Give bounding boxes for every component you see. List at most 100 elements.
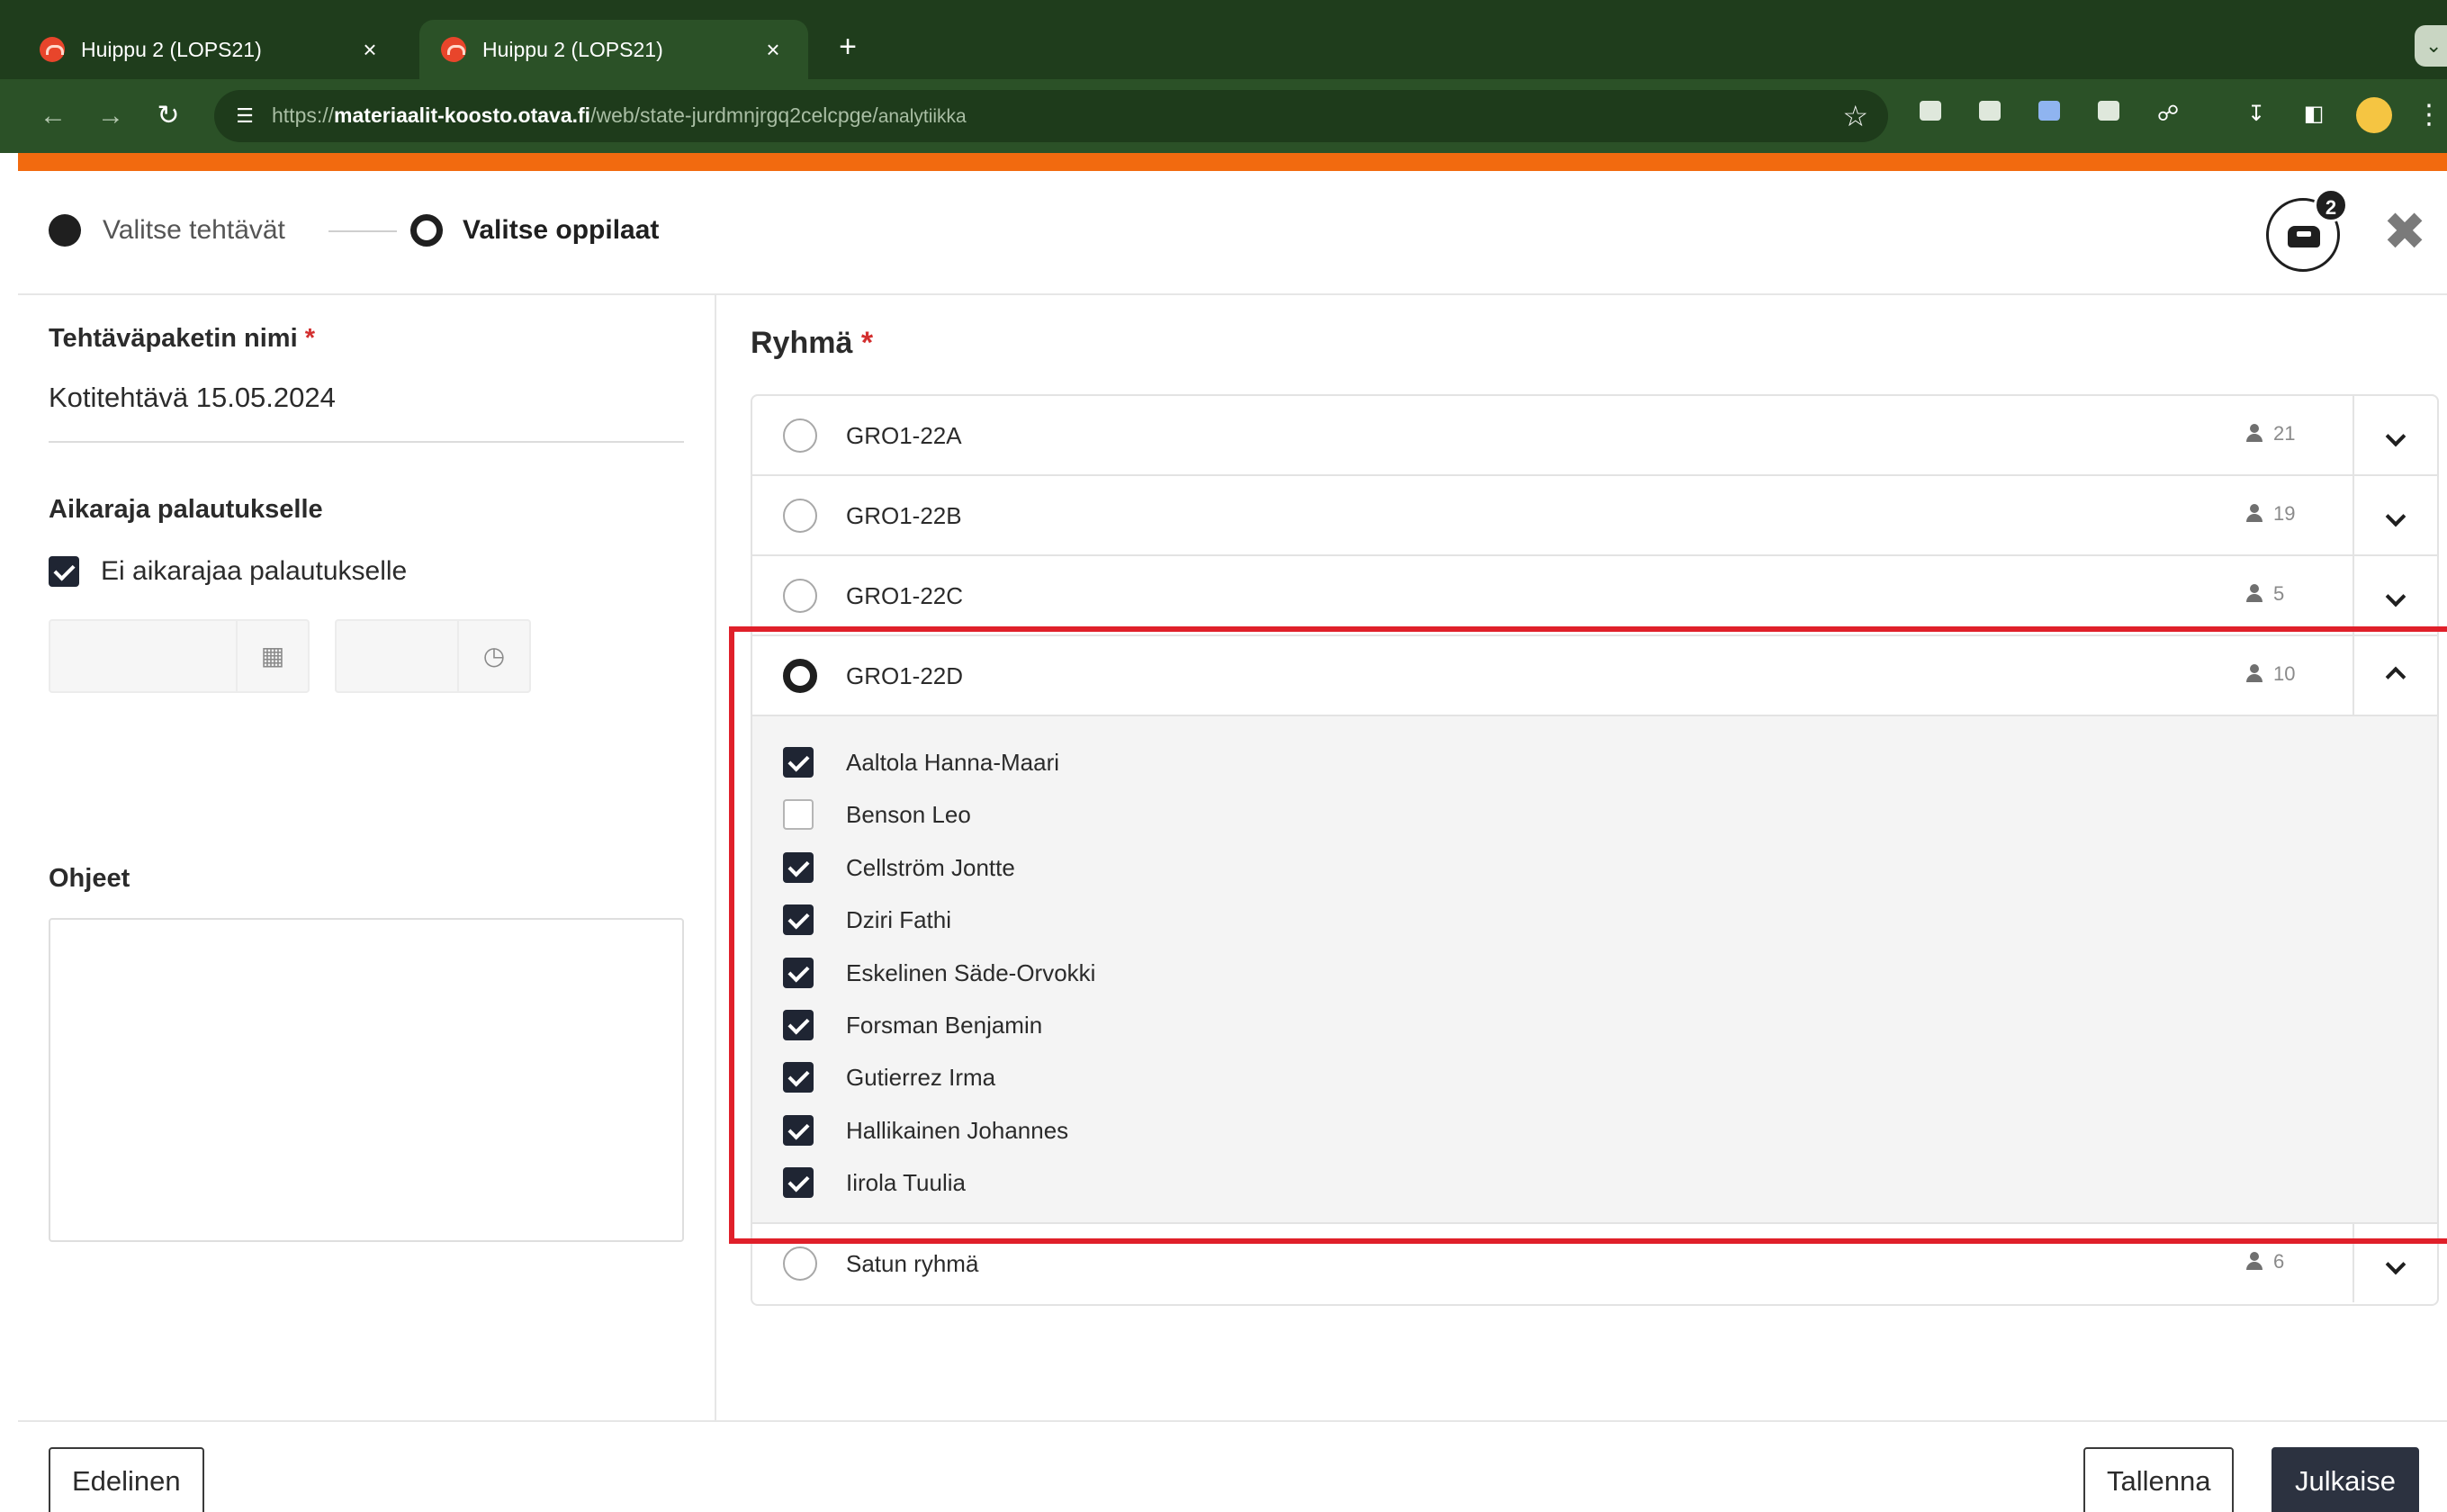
step-label: Valitse tehtävät xyxy=(103,215,285,245)
extensions-puzzle-icon[interactable]: ☍ xyxy=(2153,99,2183,130)
group-radio[interactable] xyxy=(783,499,817,533)
member-count: 19 xyxy=(2246,502,2295,526)
tab-title: Huippu 2 (LOPS21) xyxy=(81,37,262,61)
student-row[interactable]: Benson Leo xyxy=(752,788,2437,841)
student-name: Cellström Jontte xyxy=(846,853,1015,881)
group-row[interactable]: GRO1-22A 21 xyxy=(752,396,2437,476)
student-row[interactable]: Eskelinen Säde-Orvokki xyxy=(752,947,2437,999)
group-name: GRO1-22B xyxy=(846,502,962,529)
student-row[interactable]: Cellström Jontte xyxy=(752,842,2437,894)
deadline-date-input[interactable]: ▦ xyxy=(49,619,310,693)
person-icon xyxy=(2246,1251,2263,1270)
inbox-count-badge: 2 xyxy=(2314,188,2348,222)
browser-tab[interactable]: Huippu 2 (LOPS21) × xyxy=(18,20,405,79)
expand-chevron-icon[interactable] xyxy=(2353,1223,2437,1302)
package-name-input[interactable]: Kotitehtävä 15.05.2024 xyxy=(49,382,336,414)
tab-close-icon[interactable]: × xyxy=(356,36,383,64)
member-count: 5 xyxy=(2246,582,2284,606)
previous-button[interactable]: Edelinen xyxy=(49,1447,204,1512)
instructions-label: Ohjeet xyxy=(49,864,130,893)
step-complete-icon xyxy=(49,214,81,247)
student-checkbox[interactable] xyxy=(783,799,814,831)
group-list: GRO1-22A 21 GRO1-22B 19 GRO1-22C 5 GRO1-… xyxy=(751,394,2439,1306)
site-settings-icon[interactable]: ☰ xyxy=(230,102,259,130)
group-row[interactable]: Satun ryhmä 6 xyxy=(752,1223,2437,1304)
step-label: Valitse oppilaat xyxy=(463,215,660,245)
group-radio[interactable] xyxy=(783,579,817,613)
student-row[interactable]: Hallikainen Johannes xyxy=(752,1104,2437,1156)
favicon-icon xyxy=(40,37,65,62)
new-tab-icon[interactable]: + xyxy=(828,27,868,67)
student-checkbox[interactable] xyxy=(783,1062,814,1094)
profile-avatar[interactable] xyxy=(2356,97,2392,133)
side-panel-icon[interactable]: ◧ xyxy=(2299,99,2329,130)
browser-menu-icon[interactable]: ⋮ xyxy=(2416,97,2443,133)
no-deadline-checkbox[interactable] xyxy=(49,556,79,587)
student-checkbox[interactable] xyxy=(783,1114,814,1146)
student-row[interactable]: Gutierrez Irma xyxy=(752,1051,2437,1103)
step-select-tasks[interactable]: Valitse tehtävät xyxy=(49,214,285,247)
student-row[interactable]: Forsman Benjamin xyxy=(752,999,2437,1051)
tab-close-icon[interactable]: × xyxy=(760,36,787,64)
student-checkbox[interactable] xyxy=(783,1167,814,1199)
camera-extension-icon[interactable] xyxy=(1915,99,1946,130)
inbox-button[interactable]: 2 xyxy=(2266,188,2348,272)
group-radio[interactable] xyxy=(783,418,817,453)
browser-toolbar: ← → ↻ ☰ https://materiaalit-koosto.otava… xyxy=(0,79,2447,153)
student-row[interactable]: Aaltola Hanna-Maari xyxy=(752,736,2437,788)
group-row[interactable]: GRO1-22C 5 xyxy=(752,556,2437,636)
reload-icon[interactable]: ↻ xyxy=(148,95,189,137)
back-icon[interactable]: ← xyxy=(32,95,74,137)
student-name: Forsman Benjamin xyxy=(846,1011,1043,1039)
deadline-time-input[interactable]: ◷ xyxy=(335,619,531,693)
collapse-chevron-icon[interactable] xyxy=(2353,636,2437,715)
browser-tab-active[interactable]: Huippu 2 (LOPS21) × xyxy=(419,20,808,79)
student-checkbox[interactable] xyxy=(783,851,814,883)
student-checkbox[interactable] xyxy=(783,957,814,988)
close-icon[interactable]: ✖ xyxy=(2378,205,2432,259)
step-select-students[interactable]: Valitse oppilaat xyxy=(410,214,659,247)
student-row[interactable]: Dziri Fathi xyxy=(752,894,2437,946)
password-extension-icon[interactable] xyxy=(2093,99,2124,130)
student-name: Dziri Fathi xyxy=(846,906,952,934)
student-name: Benson Leo xyxy=(846,801,971,829)
student-row[interactable]: Iirola Tuulia xyxy=(752,1156,2437,1209)
person-icon xyxy=(2246,664,2263,682)
expand-chevron-icon[interactable] xyxy=(2353,476,2437,554)
tab-search-icon[interactable]: ⌄ xyxy=(2415,25,2447,67)
group-row-expanded[interactable]: GRO1-22D 10 xyxy=(752,636,2437,716)
student-name: Gutierrez Irma xyxy=(846,1064,996,1092)
address-bar[interactable]: ☰ https://materiaalit-koosto.otava.fi/we… xyxy=(214,90,1888,142)
accent-bar xyxy=(18,153,2447,171)
student-list: Aaltola Hanna-Maari Benson Leo Cellström J… xyxy=(752,716,2437,1224)
extension-icon[interactable] xyxy=(1975,99,2005,130)
no-deadline-label: Ei aikarajaa palautukselle xyxy=(101,556,408,586)
tab-title: Huippu 2 (LOPS21) xyxy=(482,37,663,61)
student-checkbox[interactable] xyxy=(783,1009,814,1040)
student-name: Hallikainen Johannes xyxy=(846,1116,1069,1144)
bookmark-star-icon[interactable]: ☆ xyxy=(1842,99,1868,133)
publish-button[interactable]: Julkaise xyxy=(2272,1447,2419,1512)
group-radio-selected[interactable] xyxy=(783,659,817,693)
download-icon[interactable]: ↧ xyxy=(2241,99,2272,130)
calendar-icon[interactable]: ▦ xyxy=(236,621,308,691)
step-current-icon xyxy=(410,214,443,247)
student-checkbox[interactable] xyxy=(783,904,814,936)
step-connector xyxy=(328,230,397,232)
group-name: GRO1-22C xyxy=(846,582,964,609)
group-row[interactable]: GRO1-22B 19 xyxy=(752,476,2437,556)
dialog-footer: Edelinen Tallenna Julkaise xyxy=(18,1420,2447,1512)
member-count: 21 xyxy=(2246,422,2295,446)
expand-chevron-icon[interactable] xyxy=(2353,396,2437,474)
inbox-icon xyxy=(2288,226,2320,248)
translate-extension-icon[interactable] xyxy=(2034,99,2065,130)
save-button[interactable]: Tallenna xyxy=(2083,1447,2235,1512)
instructions-textarea[interactable] xyxy=(49,918,684,1242)
forward-icon[interactable]: → xyxy=(90,95,131,137)
expand-chevron-icon[interactable] xyxy=(2353,556,2437,634)
group-radio[interactable] xyxy=(783,1246,817,1281)
clock-icon[interactable]: ◷ xyxy=(457,621,529,691)
group-name: GRO1-22D xyxy=(846,662,964,689)
student-name: Iirola Tuulia xyxy=(846,1169,966,1197)
student-checkbox[interactable] xyxy=(783,747,814,778)
